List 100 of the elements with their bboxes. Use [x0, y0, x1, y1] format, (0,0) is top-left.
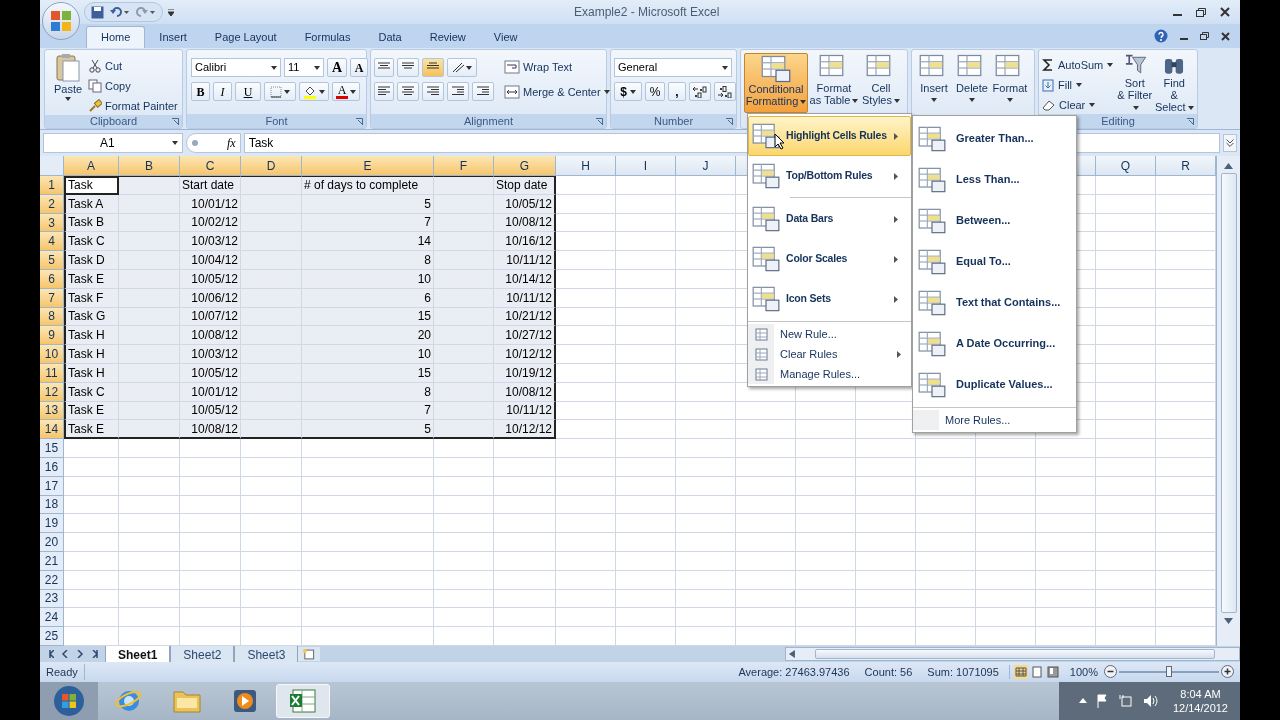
column-header[interactable]: G: [494, 156, 556, 175]
save-icon[interactable]: [91, 5, 104, 19]
menu-item[interactable]: Less Than...: [913, 159, 1076, 200]
font-color-button[interactable]: A: [332, 82, 360, 101]
autosum-button[interactable]: AutoSum: [1042, 56, 1116, 74]
align-center-button[interactable]: [397, 82, 419, 101]
flag-icon[interactable]: [1096, 693, 1109, 708]
row-header[interactable]: 24: [40, 608, 64, 628]
row-header[interactable]: 19: [40, 514, 64, 534]
align-left-button[interactable]: [374, 82, 394, 101]
font-name-field[interactable]: Calibri: [191, 58, 281, 77]
paste-button[interactable]: Paste: [48, 53, 88, 115]
ribbon-tab[interactable]: View: [479, 26, 532, 48]
menu-item[interactable]: Icon Sets: [748, 279, 911, 319]
column-header[interactable]: H: [556, 156, 616, 175]
help-icon[interactable]: [1154, 29, 1168, 43]
row-header[interactable]: 10: [40, 345, 64, 364]
menu-item[interactable]: A Date Occurring...: [913, 323, 1076, 364]
row-header[interactable]: 9: [40, 326, 64, 346]
page-layout-view-icon[interactable]: [1029, 664, 1044, 679]
increase-indent-button[interactable]: [472, 82, 494, 101]
format-as-table-button[interactable]: Format as Table: [808, 53, 860, 113]
insert-function-button[interactable]: fx: [227, 137, 236, 149]
wrap-text-button[interactable]: Wrap Text: [504, 58, 610, 76]
dialog-launcher-icon[interactable]: [1187, 117, 1194, 125]
zoom-in-icon[interactable]: [1221, 665, 1234, 679]
sheet-nav-icon[interactable]: [91, 649, 99, 658]
currency-button[interactable]: $: [614, 82, 642, 101]
font-size-field[interactable]: 11: [284, 58, 324, 77]
grow-font-button[interactable]: A: [327, 58, 347, 77]
dialog-launcher-icon[interactable]: [356, 117, 363, 125]
column-header[interactable]: A: [64, 156, 119, 175]
increase-decimal-button[interactable]: [689, 82, 711, 101]
number-format-field[interactable]: General: [614, 58, 732, 77]
office-button[interactable]: [42, 2, 80, 40]
menu-item[interactable]: Duplicate Values...: [913, 364, 1076, 405]
fill-button[interactable]: Fill: [1042, 76, 1116, 94]
redo-icon[interactable]: [136, 6, 156, 18]
find-select-button[interactable]: Find & Select: [1154, 53, 1194, 113]
merge-center-button[interactable]: Merge & Center: [504, 83, 610, 101]
horizontal-scrollbar[interactable]: [784, 646, 1240, 661]
restore-icon[interactable]: [1196, 7, 1206, 17]
ribbon-tab[interactable]: Review: [415, 26, 480, 48]
bold-button[interactable]: B: [191, 82, 210, 101]
row-header[interactable]: 4: [40, 232, 64, 252]
cell-styles-button[interactable]: Cell Styles: [860, 53, 902, 113]
menu-item[interactable]: Equal To...: [913, 241, 1076, 282]
menu-item[interactable]: New Rule...: [748, 324, 911, 344]
sort-filter-button[interactable]: Sort & Filter: [1115, 53, 1155, 113]
align-middle-button[interactable]: [397, 58, 419, 77]
restore-icon[interactable]: [1200, 32, 1209, 40]
format-painter-button[interactable]: Format Painter: [88, 97, 178, 115]
menu-item[interactable]: Color Scales: [748, 239, 911, 279]
start-button[interactable]: [40, 681, 98, 720]
new-sheet-icon[interactable]: [298, 646, 320, 661]
delete-button[interactable]: Delete: [953, 53, 991, 113]
row-header[interactable]: 5: [40, 251, 64, 270]
ribbon-tab[interactable]: Data: [364, 26, 416, 48]
column-header[interactable]: F: [434, 156, 494, 175]
menu-item[interactable]: Manage Rules...: [748, 364, 911, 384]
menu-item[interactable]: Highlight Cells Rules: [748, 116, 911, 156]
zoom-out-icon[interactable]: [1104, 665, 1117, 679]
undo-icon[interactable]: [110, 6, 130, 18]
align-bottom-button[interactable]: [422, 58, 444, 77]
column-header[interactable]: R: [1156, 156, 1216, 175]
menu-item[interactable]: Clear Rules: [748, 344, 911, 364]
customize-caret-icon[interactable]: [168, 8, 174, 16]
scroll-thumb[interactable]: [1220, 173, 1237, 613]
shrink-font-button[interactable]: A: [350, 58, 368, 77]
name-box[interactable]: A1: [43, 133, 183, 153]
column-header[interactable]: I: [616, 156, 676, 175]
close-icon[interactable]: [1220, 7, 1230, 17]
row-header[interactable]: 20: [40, 533, 64, 552]
dialog-launcher-icon[interactable]: [596, 117, 603, 125]
column-header[interactable]: B: [119, 156, 180, 175]
decrease-indent-button[interactable]: [447, 82, 469, 101]
speaker-icon[interactable]: [1142, 693, 1159, 708]
dialog-launcher-icon[interactable]: [726, 117, 733, 125]
row-header[interactable]: 14: [40, 420, 64, 440]
zoom-slider-thumb[interactable]: [1166, 666, 1172, 678]
italic-button[interactable]: I: [213, 82, 232, 101]
row-header[interactable]: 15: [40, 439, 64, 458]
orientation-button[interactable]: [447, 58, 477, 77]
column-header[interactable]: Q: [1096, 156, 1156, 175]
menu-item[interactable]: Text that Contains...: [913, 282, 1076, 323]
menu-item[interactable]: More Rules...: [913, 410, 1076, 430]
ribbon-tab[interactable]: Insert: [145, 26, 201, 48]
column-header[interactable]: C: [180, 156, 241, 175]
borders-button[interactable]: [264, 82, 296, 101]
menu-item[interactable]: Top/Bottom Rules: [748, 156, 911, 196]
comma-button[interactable]: ,: [668, 82, 686, 101]
clear-button[interactable]: Clear: [1042, 96, 1116, 114]
row-header[interactable]: 25: [40, 627, 64, 646]
column-header[interactable]: D: [241, 156, 302, 175]
ribbon-tab[interactable]: Home: [86, 26, 146, 48]
menu-item[interactable]: Data Bars: [748, 199, 911, 239]
column-header[interactable]: E: [302, 156, 434, 175]
close-icon[interactable]: [1221, 31, 1230, 41]
decrease-decimal-button[interactable]: [714, 82, 736, 101]
underline-button[interactable]: U: [235, 82, 261, 101]
